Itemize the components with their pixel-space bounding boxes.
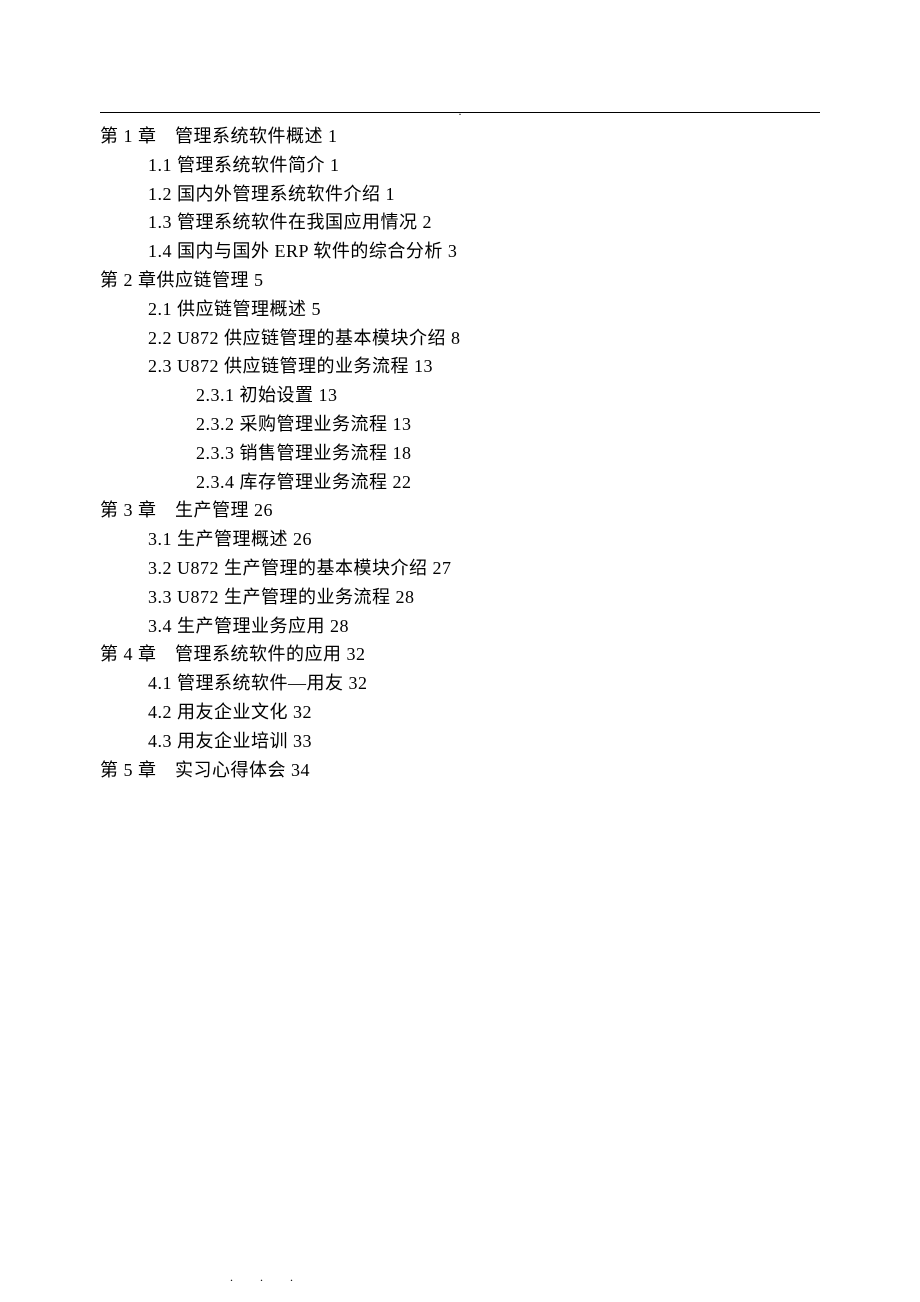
toc-entry: 4.2 用友企业文化 32 xyxy=(148,698,820,727)
toc-entry: 2.3.1 初始设置 13 xyxy=(196,381,820,410)
table-of-contents: 第 1 章 管理系统软件概述 1 1.1 管理系统软件简介 1 1.2 国内外管… xyxy=(100,122,820,784)
toc-entry: 第 3 章 生产管理 26 xyxy=(100,496,820,525)
toc-entry: 2.2 U872 供应链管理的基本模块介绍 8 xyxy=(148,324,820,353)
toc-entry: 第 4 章 管理系统软件的应用 32 xyxy=(100,640,820,669)
toc-entry: 2.3.3 销售管理业务流程 18 xyxy=(196,439,820,468)
toc-entry: 1.3 管理系统软件在我国应用情况 2 xyxy=(148,208,820,237)
toc-entry: 3.3 U872 生产管理的业务流程 28 xyxy=(148,583,820,612)
toc-entry: 4.1 管理系统软件—用友 32 xyxy=(148,669,820,698)
toc-entry: 2.3.4 库存管理业务流程 22 xyxy=(196,468,820,497)
toc-entry: 3.4 生产管理业务应用 28 xyxy=(148,612,820,641)
toc-entry: 第 5 章 实习心得体会 34 xyxy=(100,756,820,785)
toc-entry: 第 1 章 管理系统软件概述 1 xyxy=(100,122,820,151)
toc-entry: 2.1 供应链管理概述 5 xyxy=(148,295,820,324)
toc-entry: 2.3.2 采购管理业务流程 13 xyxy=(196,410,820,439)
toc-entry: 4.3 用友企业培训 33 xyxy=(148,727,820,756)
toc-entry: 1.1 管理系统软件简介 1 xyxy=(148,151,820,180)
toc-entry: 2.3 U872 供应链管理的业务流程 13 xyxy=(148,352,820,381)
header-rule xyxy=(100,112,820,113)
footer-dots: . . . xyxy=(230,1270,305,1285)
toc-entry: 第 2 章供应链管理 5 xyxy=(100,266,820,295)
toc-entry: 3.2 U872 生产管理的基本模块介绍 27 xyxy=(148,554,820,583)
toc-entry: 1.4 国内与国外 ERP 软件的综合分析 3 xyxy=(148,237,820,266)
document-page: . 第 1 章 管理系统软件概述 1 1.1 管理系统软件简介 1 1.2 国内… xyxy=(0,0,920,844)
toc-entry: 3.1 生产管理概述 26 xyxy=(148,525,820,554)
toc-entry: 1.2 国内外管理系统软件介绍 1 xyxy=(148,180,820,209)
